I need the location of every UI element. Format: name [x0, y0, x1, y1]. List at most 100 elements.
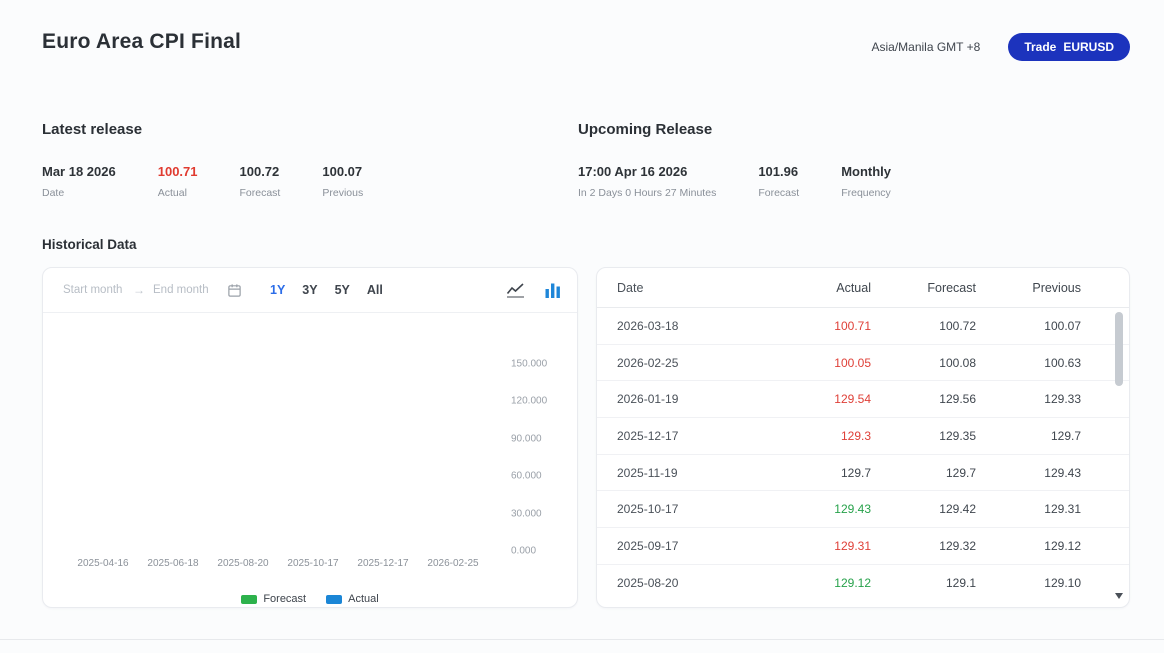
y-axis-tick: 150.000: [511, 359, 547, 370]
scrollbar-down-arrow[interactable]: [1115, 592, 1123, 600]
latest-release-heading: Latest release: [42, 121, 578, 138]
release-label: Date: [42, 187, 116, 199]
end-month-input[interactable]: [153, 284, 221, 296]
range-button-3y[interactable]: 3Y: [302, 283, 317, 297]
cell-previous: 129.12: [976, 539, 1081, 553]
table-row: 2025-11-19129.7129.7129.43: [597, 455, 1129, 492]
release-label: Forecast: [240, 187, 281, 199]
cell-actual: 100.71: [766, 319, 871, 333]
cell-actual: 129.54: [766, 392, 871, 406]
table-row: 2025-08-20129.12129.1129.10: [597, 565, 1129, 602]
upcoming-release-section: Upcoming Release 17:00 Apr 16 2026In 2 D…: [578, 121, 1114, 199]
y-axis-tick: 30.000: [511, 508, 542, 519]
cell-date: 2025-09-17: [617, 539, 766, 553]
cell-actual: 129.43: [766, 502, 871, 516]
bottom-divider: [0, 639, 1164, 640]
cell-forecast: 129.42: [871, 502, 976, 516]
cell-date: 2026-02-25: [617, 356, 766, 370]
table-row: 2026-02-25100.05100.08100.63: [597, 345, 1129, 382]
historical-data-cards: → 1Y3Y5YAll: [42, 267, 1130, 608]
release-value: 100.71: [158, 164, 198, 179]
line-chart-icon[interactable]: [506, 283, 525, 298]
cell-date: 2025-11-19: [617, 466, 766, 480]
y-axis-tick: 0.000: [511, 546, 536, 557]
cell-forecast: 100.08: [871, 356, 976, 370]
column-header-actual: Actual: [766, 281, 871, 295]
releases-section: Latest release Mar 18 2026 Date 100.71Actu…: [42, 121, 1130, 199]
legend-swatch: [241, 595, 257, 604]
table-scrollbar[interactable]: [1115, 310, 1124, 602]
cell-date: 2025-08-20: [617, 576, 766, 590]
cell-previous: 129.10: [976, 576, 1081, 590]
bar-chart[interactable]: 0.00030.00060.00090.000120.000150.000: [93, 364, 498, 551]
cell-previous: 129.7: [976, 429, 1081, 443]
cell-actual: 129.3: [766, 429, 871, 443]
column-header-forecast: Forecast: [871, 281, 976, 295]
cell-forecast: 129.56: [871, 392, 976, 406]
historical-data-heading: Historical Data: [42, 237, 1130, 252]
trade-button-symbol: EURUSD: [1063, 40, 1114, 54]
page-title: Euro Area CPI Final: [42, 30, 241, 54]
chart-card: → 1Y3Y5YAll: [42, 267, 578, 608]
cell-date: 2025-10-17: [617, 502, 766, 516]
upcoming-release-items: 17:00 Apr 16 2026In 2 Days 0 Hours 27 Mi…: [578, 164, 1114, 199]
x-axis-tick: [408, 558, 428, 569]
range-button-1y[interactable]: 1Y: [270, 283, 285, 297]
history-table-card: Date Actual Forecast Previous 2026-03-18…: [596, 267, 1130, 608]
release-value: 17:00 Apr 16 2026: [578, 164, 716, 179]
cell-actual: 100.05: [766, 356, 871, 370]
release-item: 100.72 Forecast: [240, 164, 281, 199]
y-axis-tick: 90.000: [511, 433, 542, 444]
cell-previous: 100.63: [976, 356, 1081, 370]
bar-chart-icon[interactable]: [545, 283, 561, 298]
trade-button-label: Trade: [1024, 40, 1056, 54]
chart-bars: [93, 364, 498, 551]
scrollbar-thumb[interactable]: [1115, 312, 1123, 386]
release-value: 101.96: [758, 164, 799, 179]
cell-forecast: 129.7: [871, 466, 976, 480]
release-item: 101.96 Forecast: [758, 164, 799, 199]
release-item: 100.71Actual: [158, 164, 198, 199]
x-axis-tick: [478, 558, 498, 569]
table-row: 2026-03-18100.71100.72100.07: [597, 308, 1129, 345]
cell-forecast: 129.35: [871, 429, 976, 443]
cell-previous: 129.33: [976, 392, 1081, 406]
release-value: 100.72: [240, 164, 281, 179]
chart-toolbar: → 1Y3Y5YAll: [43, 268, 577, 313]
release-value: Monthly: [841, 164, 891, 179]
release-item: 100.07Previous: [322, 164, 363, 199]
cell-previous: 129.31: [976, 502, 1081, 516]
release-item: Mar 18 2026 Date: [42, 164, 116, 199]
range-button-5y[interactable]: 5Y: [335, 283, 350, 297]
calendar-icon[interactable]: [227, 283, 242, 298]
release-value: Mar 18 2026: [42, 164, 116, 179]
release-value: 100.07: [322, 164, 363, 179]
cell-forecast: 100.72: [871, 319, 976, 333]
cell-actual: 129.31: [766, 539, 871, 553]
cell-actual: 129.7: [766, 466, 871, 480]
legend-item-forecast[interactable]: Forecast: [241, 593, 306, 605]
chart-y-axis: 0.00030.00060.00090.000120.000150.000: [511, 364, 578, 551]
x-axis-tick: [338, 558, 358, 569]
table-header: Date Actual Forecast Previous: [597, 268, 1129, 308]
release-label: Forecast: [758, 187, 799, 199]
header-right: Asia/Manila GMT +8 Trade EURUSD: [871, 33, 1130, 61]
x-axis-tick: 2025-04-16: [93, 558, 113, 569]
latest-release-items: Mar 18 2026 Date 100.71Actual 100.72 Forecas…: [42, 164, 578, 199]
legend-item-actual[interactable]: Actual: [326, 593, 379, 605]
upcoming-release-heading: Upcoming Release: [578, 121, 1114, 138]
x-axis-tick: 2025-12-17: [373, 558, 393, 569]
cell-date: 2026-03-18: [617, 319, 766, 333]
start-month-input[interactable]: [63, 284, 131, 296]
chart-x-axis: 2025-04-162025-06-182025-08-202025-10-17…: [93, 558, 498, 569]
range-button-all[interactable]: All: [367, 283, 383, 297]
page: Euro Area CPI Final Asia/Manila GMT +8 T…: [0, 0, 1164, 608]
trade-button[interactable]: Trade EURUSD: [1008, 33, 1130, 61]
table-row: 2025-10-17129.43129.42129.31: [597, 491, 1129, 528]
cell-date: 2026-01-19: [617, 392, 766, 406]
legend-swatch: [326, 595, 342, 604]
table-row: 2025-12-17129.3129.35129.7: [597, 418, 1129, 455]
column-header-date: Date: [617, 281, 766, 295]
chart-type-switch: [506, 283, 561, 298]
cell-previous: 129.43: [976, 466, 1081, 480]
